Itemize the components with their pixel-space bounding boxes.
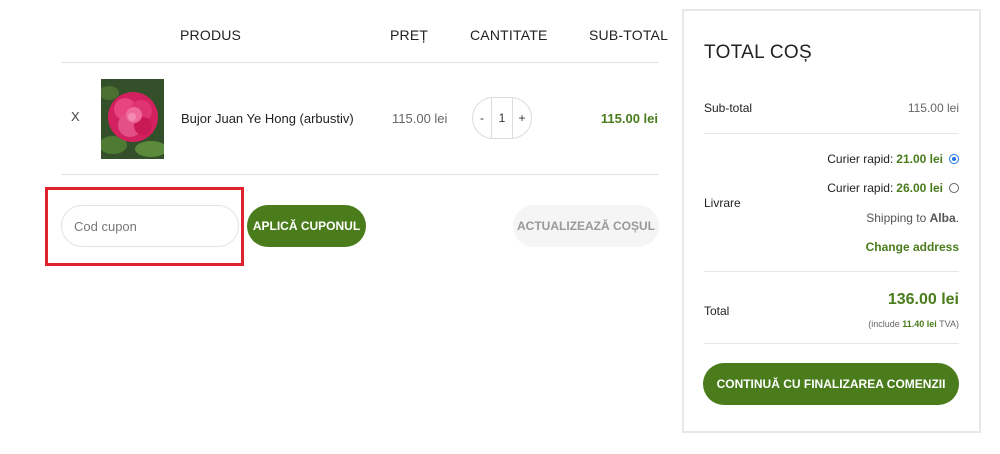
quantity-input[interactable]: 1 <box>491 98 513 138</box>
product-name-link[interactable]: Bujor Juan Ye Hong (arbustiv) <box>181 111 354 126</box>
coupon-code-input[interactable] <box>61 205 239 247</box>
update-cart-button[interactable]: ACTUALIZEAZĂ COȘUL <box>513 205 659 247</box>
shipping-option-label: Curier rapid: <box>827 181 894 195</box>
shipping-option-price: 26.00 lei <box>896 181 943 195</box>
shipping-radio-selected[interactable] <box>949 154 959 164</box>
panel-divider <box>704 133 959 134</box>
shipping-to-suffix: . <box>955 211 959 225</box>
column-header-subtotal: SUB-TOTAL <box>589 27 669 43</box>
column-header-price: PREȚ <box>390 27 429 43</box>
vat-prefix: (include <box>868 319 900 329</box>
vat-amount: 11.40 lei <box>902 319 937 329</box>
change-address-link[interactable]: Change address <box>866 240 959 254</box>
shipping-to-prefix: Shipping to <box>866 211 927 225</box>
column-header-quantity: CANTITATE <box>470 27 548 43</box>
order-total-value: 136.00 lei <box>887 291 959 308</box>
product-subtotal: 115.00 lei <box>600 111 658 126</box>
shipping-to-place: Alba <box>929 211 956 225</box>
shipping-option-1[interactable]: Curier rapid: 21.00 lei <box>827 152 959 166</box>
panel-divider <box>704 271 959 272</box>
proceed-to-checkout-button[interactable]: CONTINUĂ CU FINALIZAREA COMENZII <box>703 363 959 405</box>
vat-suffix: TVA) <box>939 319 959 329</box>
product-image <box>101 79 164 159</box>
panel-divider <box>704 343 959 344</box>
product-price: 115.00 lei <box>392 111 448 126</box>
table-divider <box>61 62 659 63</box>
cart-totals-title: TOTAL COȘ <box>704 42 812 63</box>
vat-note: (include 11.40 lei TVA) <box>868 319 959 329</box>
apply-coupon-button[interactable]: APLICĂ CUPONUL <box>247 205 366 247</box>
column-header-product: PRODUS <box>180 27 242 43</box>
subtotal-label: Sub-total <box>704 101 753 115</box>
shipping-option-2[interactable]: Curier rapid: 26.00 lei <box>827 181 959 195</box>
shipping-destination: Shipping to Alba. <box>866 211 959 225</box>
shipping-radio[interactable] <box>949 183 959 193</box>
quantity-decrease-button[interactable]: - <box>473 111 491 125</box>
quantity-stepper: - 1 + <box>472 97 532 139</box>
shipping-option-price: 21.00 lei <box>896 152 943 166</box>
total-label: Total <box>704 304 730 318</box>
subtotal-value: 115.00 lei <box>907 101 959 115</box>
remove-item-button[interactable]: X <box>71 109 80 124</box>
shipping-label: Livrare <box>704 196 741 210</box>
shipping-option-label: Curier rapid: <box>827 152 894 166</box>
quantity-increase-button[interactable]: + <box>513 111 531 125</box>
table-divider <box>61 174 659 175</box>
peony-flower-photo-icon[interactable] <box>101 79 164 159</box>
